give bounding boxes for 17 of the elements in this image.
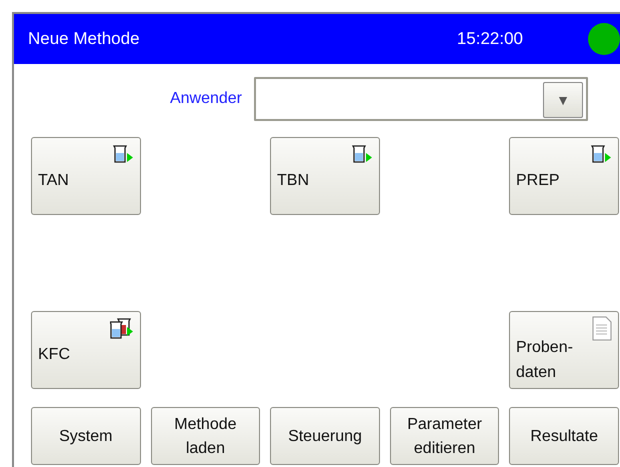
window-title: Neue Methode bbox=[28, 28, 140, 50]
method-button[interactable]: Proben- daten bbox=[509, 311, 619, 389]
menu-button[interactable]: Steuerung bbox=[270, 407, 380, 465]
beakers-icon bbox=[110, 316, 134, 341]
menu-button[interactable]: System bbox=[31, 407, 141, 465]
method-button[interactable]: PREP bbox=[509, 137, 619, 215]
document-icon bbox=[592, 316, 612, 342]
dropdown-arrow-button[interactable]: ▼ bbox=[543, 82, 583, 118]
user-dropdown[interactable]: ▼ bbox=[254, 77, 588, 121]
method-button[interactable]: TBN bbox=[270, 137, 380, 215]
clock-time: 15:22:00 bbox=[456, 28, 523, 50]
field-label: Anwender bbox=[168, 89, 243, 109]
method-button[interactable]: KFC bbox=[31, 311, 141, 389]
menu-button[interactable]: Resultate bbox=[509, 407, 619, 465]
menu-button[interactable]: Parameter editieren bbox=[390, 407, 500, 465]
menu-button[interactable]: Methode laden bbox=[150, 407, 260, 465]
method-button[interactable]: TAN bbox=[31, 137, 141, 215]
